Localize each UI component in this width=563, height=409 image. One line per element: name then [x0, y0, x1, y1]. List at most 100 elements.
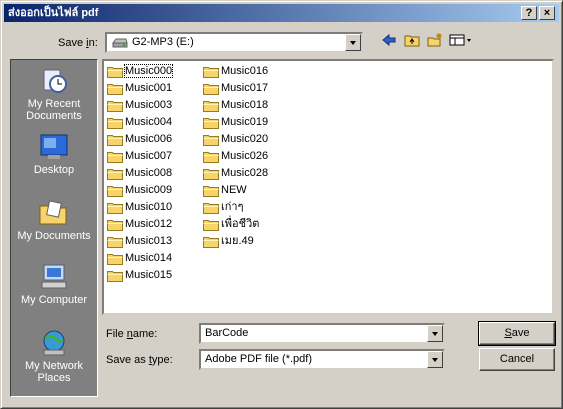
folder-item[interactable]: Music018 [203, 97, 268, 114]
save-type-combo[interactable]: Adobe PDF file (*.pdf) [199, 349, 445, 370]
title-bar[interactable]: ส่งออกเป็นไฟล์ pdf ? × [4, 4, 559, 22]
folder-icon [107, 117, 123, 129]
folder-item[interactable]: Music028 [203, 165, 268, 182]
folder-item[interactable]: เพื่อชีวิต [203, 216, 259, 233]
folder-name: Music026 [221, 150, 269, 162]
folder-item[interactable]: Music012 [107, 216, 172, 233]
folder-item[interactable]: Music006 [107, 131, 172, 148]
file-name-label: File name: [106, 328, 158, 340]
save-type-label: Save as type: [106, 354, 173, 366]
folder-icon [203, 236, 219, 248]
folder-icon [203, 83, 219, 95]
folder-item[interactable]: Music009 [107, 182, 172, 199]
folder-icon [107, 83, 123, 95]
folder-item[interactable]: NEW [203, 182, 247, 199]
file-list[interactable]: Music000 Music001 Music003 Music004 Music006… [102, 59, 554, 315]
folder-item[interactable]: Music004 [107, 114, 172, 131]
folder-icon [203, 151, 219, 163]
folder-item[interactable]: Music013 [107, 233, 172, 250]
folder-icon [107, 134, 123, 146]
new-folder-icon[interactable] [425, 33, 445, 51]
window-title: ส่งออกเป็นไฟล์ pdf [8, 7, 99, 19]
save-type-value: Adobe PDF file (*.pdf) [205, 353, 312, 365]
place-desktop[interactable]: Desktop [11, 132, 97, 176]
up-folder-icon[interactable] [402, 33, 422, 51]
folder-name: Music006 [125, 133, 173, 145]
folder-name: NEW [221, 184, 247, 196]
folder-name: Music001 [125, 82, 173, 94]
folder-icon [203, 168, 219, 180]
folder-icon [107, 168, 123, 180]
save-in-label: Save in: [58, 37, 98, 49]
place-my-computer[interactable]: My Computer [11, 262, 97, 306]
folder-name: Music009 [125, 184, 173, 196]
folder-item[interactable]: Music014 [107, 250, 172, 267]
place-network-places[interactable]: My Network Places [11, 328, 97, 384]
chevron-down-icon[interactable] [427, 325, 443, 342]
folder-icon [203, 100, 219, 112]
drive-icon [112, 38, 128, 48]
close-button[interactable]: × [539, 6, 555, 20]
folder-name: Music020 [221, 133, 269, 145]
folder-item[interactable]: Music015 [107, 267, 172, 284]
folder-item[interactable]: Music000 [107, 63, 174, 80]
folder-name: Music016 [221, 65, 269, 77]
folder-name: Music000 [123, 64, 174, 78]
folder-name: Music003 [125, 99, 173, 111]
folder-item[interactable]: Music007 [107, 148, 172, 165]
folder-item[interactable]: Music008 [107, 165, 172, 182]
help-button[interactable]: ? [521, 6, 537, 20]
folder-name: Music019 [221, 116, 269, 128]
folder-item[interactable]: เก่าๆ [203, 199, 244, 216]
folder-name: Music028 [221, 167, 269, 179]
folder-icon [107, 151, 123, 163]
folder-name: Music007 [125, 150, 173, 162]
folder-name: เก่าๆ [221, 201, 244, 213]
desktop-icon [40, 134, 68, 159]
folder-icon [203, 117, 219, 129]
folder-icon [107, 253, 123, 265]
place-recent-documents[interactable]: My Recent Documents [11, 66, 97, 122]
places-bar: My Recent Documents Desktop My Documents [10, 59, 98, 397]
folder-name: Music014 [125, 252, 173, 264]
folder-name: Music017 [221, 82, 269, 94]
folder-icon [107, 66, 123, 78]
cancel-button[interactable]: Cancel [479, 348, 555, 371]
folder-icon [107, 270, 123, 282]
folder-item[interactable]: Music016 [203, 63, 268, 80]
save-dialog: ส่งออกเป็นไฟล์ pdf ? × Save in: G2-MP3 (… [0, 0, 563, 409]
folder-icon [107, 236, 123, 248]
save-button[interactable]: Save [478, 321, 556, 346]
folder-item[interactable]: เมย.49 [203, 233, 254, 250]
folder-name: Music018 [221, 99, 269, 111]
my-computer-icon [41, 264, 67, 289]
folder-name: Music010 [125, 201, 173, 213]
folder-icon [203, 134, 219, 146]
folder-icon [203, 185, 219, 197]
chevron-down-icon[interactable] [345, 34, 361, 51]
folder-icon [203, 219, 219, 231]
folder-item[interactable]: Music019 [203, 114, 268, 131]
folder-item[interactable]: Music010 [107, 199, 172, 216]
folder-item[interactable]: Music026 [203, 148, 268, 165]
file-name-input[interactable]: BarCode [205, 327, 248, 339]
file-name-combo[interactable]: BarCode [199, 323, 445, 344]
folder-item[interactable]: Music017 [203, 80, 268, 97]
folder-name: เมย.49 [221, 235, 254, 247]
folder-name: เพื่อชีวิต [221, 218, 260, 230]
folder-item[interactable]: Music001 [107, 80, 172, 97]
save-in-combo[interactable]: G2-MP3 (E:) [105, 32, 363, 53]
folder-icon [203, 66, 219, 78]
folder-icon [107, 100, 123, 112]
place-my-documents[interactable]: My Documents [11, 198, 97, 242]
folder-icon [203, 202, 219, 214]
back-arrow-icon[interactable] [379, 33, 399, 51]
folder-name: Music012 [125, 218, 173, 230]
folder-name: Music004 [125, 116, 173, 128]
chevron-down-icon[interactable] [427, 351, 443, 368]
folder-icon [107, 202, 123, 214]
view-menu-icon[interactable] [448, 33, 474, 51]
folder-item[interactable]: Music020 [203, 131, 268, 148]
folder-item[interactable]: Music003 [107, 97, 172, 114]
my-documents-icon [39, 200, 67, 225]
